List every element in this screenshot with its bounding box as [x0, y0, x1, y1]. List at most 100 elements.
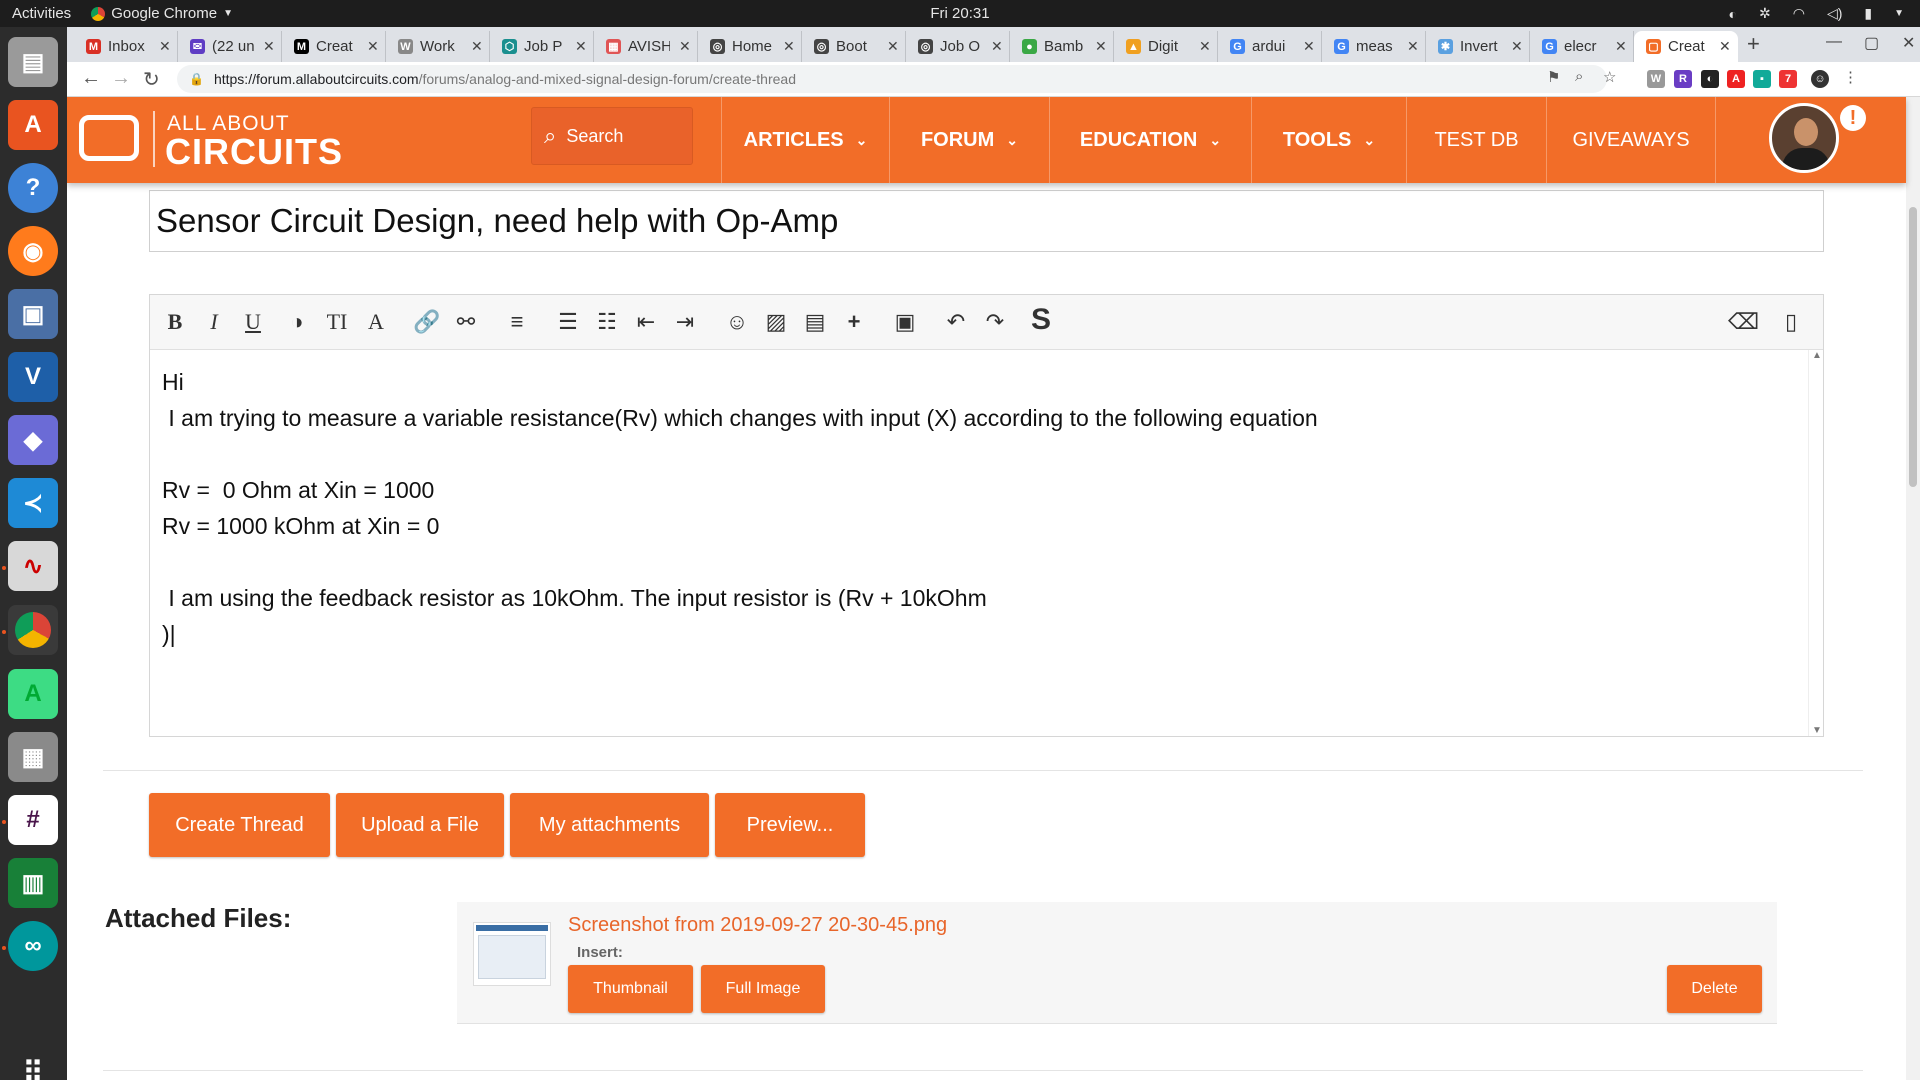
ext-w-icon[interactable]: W — [1647, 70, 1665, 88]
browser-tab[interactable]: ✱ Invert ✕ — [1426, 31, 1530, 62]
slack-icon[interactable]: # — [8, 795, 58, 845]
tab-close-icon[interactable]: ✕ — [367, 38, 379, 55]
volume-icon[interactable]: ◁) — [1827, 5, 1842, 22]
files-icon[interactable]: ▤ — [8, 37, 58, 87]
underline-icon[interactable]: U — [238, 309, 268, 335]
arduino-icon[interactable]: ∞ — [8, 921, 58, 971]
tab-close-icon[interactable]: ✕ — [471, 38, 483, 55]
attachment-filename-link[interactable]: Screenshot from 2019-09-27 20-30-45.png — [568, 914, 947, 937]
browser-tab[interactable]: ⬡ Job P ✕ — [490, 31, 594, 62]
chip-icon[interactable]: ▦ — [8, 732, 58, 782]
align-icon[interactable]: ≡ — [502, 309, 532, 335]
back-icon[interactable]: ← — [81, 67, 101, 90]
tab-close-icon[interactable]: ✕ — [679, 38, 691, 55]
spellcheck-icon[interactable]: S — [1026, 303, 1056, 337]
system-tray[interactable]: ◐ ✲ ◠ ◁) ▮ ▼ — [1729, 0, 1904, 27]
unlink-icon[interactable]: ⚯ — [451, 309, 481, 335]
media-icon[interactable]: ▤ — [800, 309, 830, 335]
undo-icon[interactable]: ↶ — [941, 309, 971, 335]
tab-close-icon[interactable]: ✕ — [1199, 38, 1211, 55]
ext-dark-icon[interactable]: ◐ — [1701, 70, 1719, 88]
bbcode-toggle-icon[interactable]: ▯ — [1776, 309, 1806, 335]
insert-icon[interactable]: + — [839, 309, 869, 335]
zoom-icon[interactable]: ⌕ — [1575, 68, 1583, 85]
link-icon[interactable]: 🔗 — [412, 309, 442, 335]
browser-tab[interactable]: ◎ Boot ✕ — [802, 31, 906, 62]
window-close-icon[interactable]: ✕ — [1902, 33, 1915, 53]
tab-close-icon[interactable]: ✕ — [1615, 38, 1627, 55]
nav-tools[interactable]: TOOLS ⌄ — [1251, 97, 1406, 183]
tab-close-icon[interactable]: ✕ — [991, 38, 1003, 55]
browser-tab[interactable]: ▢ Creat ✕ — [1634, 31, 1738, 62]
show-apps-icon[interactable]: ⠿ — [8, 1047, 58, 1080]
reload-icon[interactable]: ↻ — [143, 67, 160, 92]
battery-icon[interactable]: ▮ — [1864, 5, 1872, 22]
remove-formatting-icon[interactable]: ⌫ — [1728, 309, 1759, 335]
tab-close-icon[interactable]: ✕ — [1511, 38, 1523, 55]
site-search[interactable]: ⌕ Search — [531, 107, 693, 165]
indent-icon[interactable]: ⇥ — [670, 309, 700, 335]
adblock-icon[interactable]: A — [1727, 70, 1745, 88]
nav-test-db[interactable]: TEST DB — [1406, 97, 1546, 183]
software-center-icon[interactable]: A — [8, 100, 58, 150]
scroll-up-icon[interactable]: ▲ — [1812, 350, 1822, 361]
save-draft-icon[interactable]: ▣ — [890, 309, 920, 335]
ext-badge-icon[interactable]: 7 — [1779, 70, 1797, 88]
wifi-icon[interactable]: ◠ — [1793, 5, 1805, 22]
tab-close-icon[interactable]: ✕ — [1095, 38, 1107, 55]
tab-close-icon[interactable]: ✕ — [1407, 38, 1419, 55]
bold-icon[interactable]: B — [160, 309, 190, 335]
android-studio-icon[interactable]: A — [8, 669, 58, 719]
translate-icon[interactable]: ⚑ — [1547, 68, 1560, 86]
tab-close-icon[interactable]: ✕ — [1303, 38, 1315, 55]
app-menu[interactable]: Google Chrome ▼ — [91, 5, 233, 22]
remote-desktop-icon[interactable]: ▣ — [8, 289, 58, 339]
italic-icon[interactable]: I — [199, 309, 229, 335]
ext-r-icon[interactable]: R — [1674, 70, 1692, 88]
page-scrollbar[interactable] — [1906, 97, 1920, 1080]
tab-close-icon[interactable]: ✕ — [263, 38, 275, 55]
tab-close-icon[interactable]: ✕ — [1719, 38, 1731, 55]
bookmark-star-icon[interactable]: ☆ — [1603, 68, 1616, 86]
chrome-menu-icon[interactable]: ⋮ — [1843, 68, 1858, 86]
browser-tab[interactable]: W Work ✕ — [386, 31, 490, 62]
browser-tab[interactable]: ◎ Home ✕ — [698, 31, 802, 62]
preview-button[interactable]: Preview... — [715, 793, 865, 857]
settings-icon[interactable]: ✲ — [1759, 5, 1771, 22]
editor-scrollbar[interactable]: ▲ ▼ — [1808, 350, 1823, 736]
tab-close-icon[interactable]: ✕ — [783, 38, 795, 55]
browser-tab[interactable]: Gardui ✕ — [1218, 31, 1322, 62]
scroll-down-icon[interactable]: ▼ — [1812, 725, 1822, 736]
text-color-icon[interactable]: ◑ — [282, 309, 312, 335]
tab-close-icon[interactable]: ✕ — [575, 38, 587, 55]
forward-icon[interactable]: → — [111, 67, 131, 90]
delete-attachment-button[interactable]: Delete — [1667, 965, 1762, 1013]
font-family-icon[interactable]: A — [361, 309, 391, 335]
browser-tab[interactable]: M Inbox ✕ — [74, 31, 178, 62]
upload-file-button[interactable]: Upload a File — [336, 793, 504, 857]
attachment-thumbnail[interactable] — [473, 922, 551, 986]
browser-tab[interactable]: ✉ (22 un ✕ — [178, 31, 282, 62]
tab-close-icon[interactable]: ✕ — [159, 38, 171, 55]
app-launcher-icon[interactable]: ◆ — [8, 415, 58, 465]
numbered-list-icon[interactable]: ☷ — [592, 309, 622, 335]
help-icon[interactable]: ? — [8, 163, 58, 213]
ext-green-icon[interactable]: ▪ — [1753, 70, 1771, 88]
insert-thumbnail-button[interactable]: Thumbnail — [568, 965, 693, 1013]
vivado-icon[interactable]: V — [8, 352, 58, 402]
vscode-icon[interactable]: ≺ — [8, 478, 58, 528]
sync-icon[interactable]: ◐ — [1729, 6, 1737, 22]
browser-tab[interactable]: ● Bamb ✕ — [1010, 31, 1114, 62]
create-thread-button[interactable]: Create Thread — [149, 793, 330, 857]
activities-button[interactable]: Activities — [12, 5, 71, 22]
tab-close-icon[interactable]: ✕ — [887, 38, 899, 55]
nav-education[interactable]: EDUCATION ⌄ — [1049, 97, 1251, 183]
image-icon[interactable]: ▨ — [761, 309, 791, 335]
browser-tab[interactable]: Gelecr ✕ — [1530, 31, 1634, 62]
thread-title-input[interactable]: Sensor Circuit Design, need help with Op… — [149, 190, 1824, 252]
browser-tab[interactable]: ▦ AVISH ✕ — [594, 31, 698, 62]
bullet-list-icon[interactable]: ☰ — [553, 309, 583, 335]
insert-full-image-button[interactable]: Full Image — [701, 965, 825, 1013]
browser-tab[interactable]: Gmeas ✕ — [1322, 31, 1426, 62]
user-avatar[interactable] — [1769, 103, 1839, 173]
